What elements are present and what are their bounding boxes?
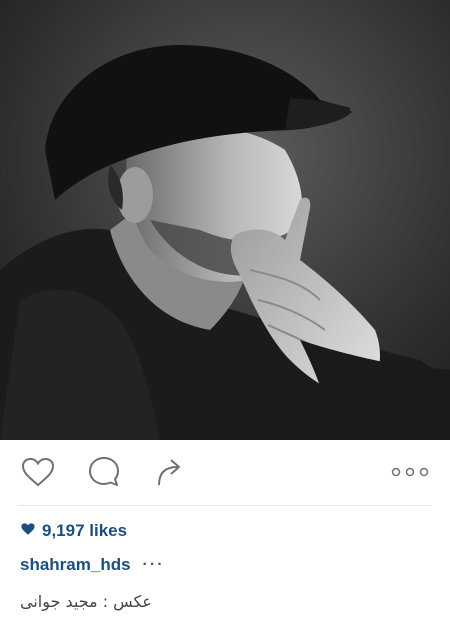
comment-bubble-icon: [87, 455, 121, 489]
like-button[interactable]: [18, 452, 58, 492]
username-link[interactable]: shahram_hds: [20, 555, 131, 575]
caption-more-dots[interactable]: ···: [143, 556, 165, 574]
comment-button[interactable]: [84, 452, 124, 492]
share-button[interactable]: [148, 452, 188, 492]
section-divider: [18, 505, 432, 506]
post-actions-bar: [0, 440, 450, 504]
more-options-icon: [390, 466, 430, 478]
likes-count: 9,197 likes: [42, 521, 128, 540]
instagram-post: 9,197 likes shahram_hds ··· عکس : مجید ج…: [0, 0, 450, 624]
post-photo[interactable]: [0, 0, 450, 440]
caption-row: shahram_hds ···: [20, 555, 165, 575]
likes-count-row[interactable]: 9,197 likes: [20, 521, 127, 541]
heart-filled-icon: [20, 521, 36, 541]
share-arrow-icon: [151, 455, 185, 489]
heart-outline-icon: [20, 456, 56, 488]
more-options-button[interactable]: [390, 452, 430, 492]
photo-credit-text: عکس : مجید جوانی: [20, 592, 152, 611]
